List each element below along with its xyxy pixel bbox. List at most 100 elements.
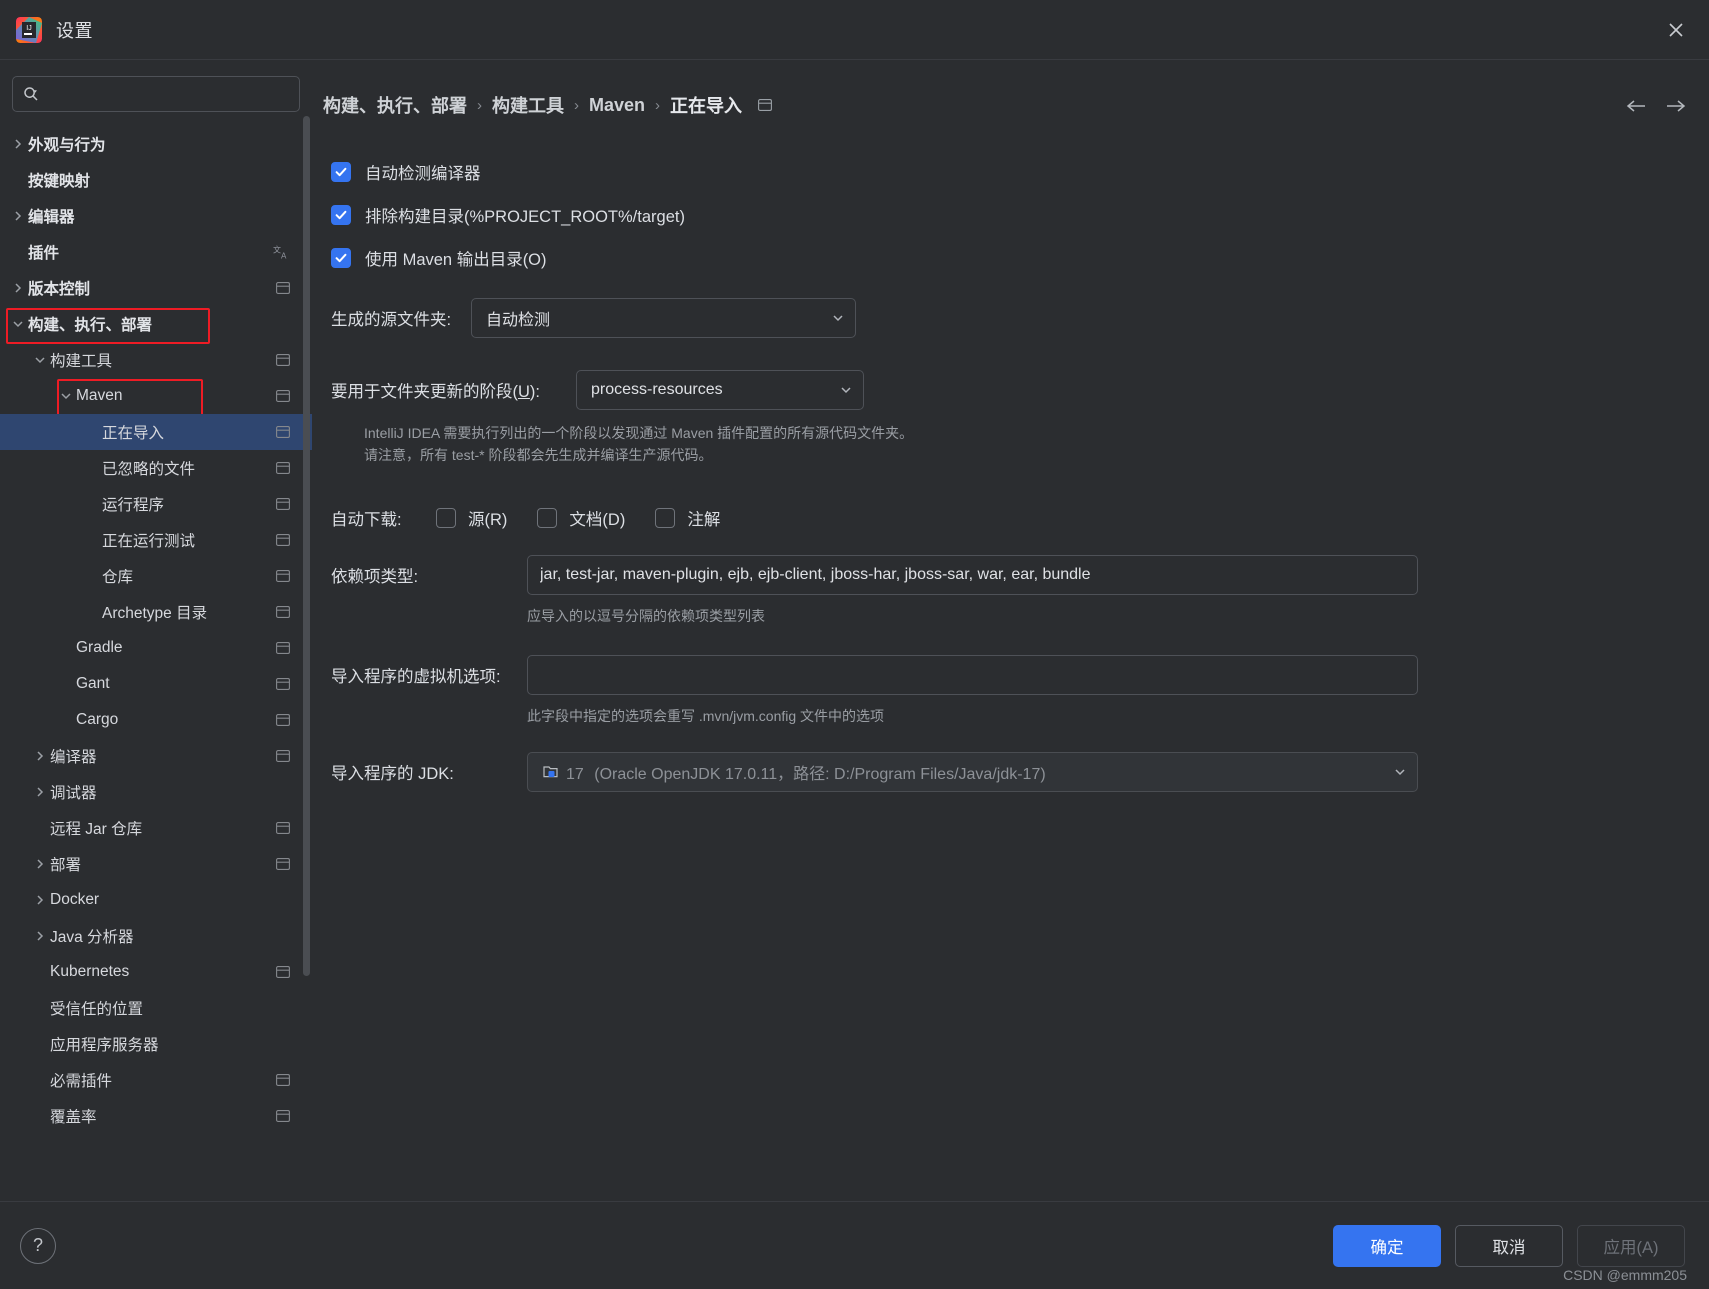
sidebar-item-24[interactable]: 受信任的位置 [0, 990, 312, 1026]
sidebar-item-0[interactable]: 外观与行为 [0, 126, 312, 162]
generated-sources-row: 生成的源文件夹: 自动检测 [321, 298, 1709, 338]
checkbox-1[interactable] [331, 205, 351, 225]
sidebar-item-10[interactable]: 运行程序 [0, 486, 312, 522]
option-row-2[interactable]: 使用 Maven 输出目录(O) [321, 246, 1709, 270]
project-level-icon [276, 426, 290, 438]
sidebar-item-23[interactable]: Kubernetes [0, 954, 312, 990]
sidebar-item-1[interactable]: 按键映射 [0, 162, 312, 198]
sidebar-item-7[interactable]: Maven [0, 378, 312, 417]
vm-options-field[interactable] [527, 655, 1418, 696]
auto-download-checkbox-0[interactable] [436, 508, 456, 529]
checkbox-2[interactable] [331, 248, 351, 268]
search-box[interactable] [12, 76, 300, 112]
sidebar-item-12[interactable]: 仓库 [0, 558, 312, 594]
auto-download-option-label: 注解 [687, 511, 721, 530]
settings-content: 构建、执行、部署 › 构建工具 › Maven › 正在导入 自动检测编译器 排除构建目录(%… [313, 60, 1709, 1201]
sidebar-item-label: 运行程序 [102, 497, 165, 514]
sidebar-item-9[interactable]: 已忽略的文件 [0, 450, 312, 486]
dependency-types-label: 依赖项类型: [331, 568, 419, 587]
dependency-types-hint: 应导入的以逗号分隔的依赖项类型列表 [527, 608, 765, 625]
sidebar-item-2[interactable]: 编辑器 [0, 198, 312, 234]
sidebar-item-13[interactable]: Archetype 目录 [0, 594, 312, 630]
project-level-icon [276, 534, 290, 546]
sidebar-item-27[interactable]: 覆盖率 [0, 1098, 312, 1134]
arrow-right-icon[interactable] [1665, 98, 1687, 114]
arrow-left-icon[interactable] [1625, 98, 1647, 114]
vm-options-input[interactable] [540, 666, 1405, 685]
checkbox-0[interactable] [331, 162, 351, 182]
chevron-down-icon[interactable] [30, 354, 50, 366]
chevron-right-icon[interactable] [30, 930, 50, 942]
sidebar-item-17[interactable]: 编译器 [0, 738, 312, 774]
jdk-module-icon [542, 763, 559, 780]
auto-download-option-2[interactable]: 注解 [655, 506, 720, 530]
auto-download-option-1[interactable]: 文档(D) [537, 506, 625, 530]
chevron-down-icon[interactable] [8, 318, 28, 330]
dependency-types-field[interactable] [527, 555, 1418, 596]
chevron-right-icon[interactable] [8, 282, 28, 294]
chevron-right-icon[interactable] [8, 138, 28, 150]
sidebar-item-16[interactable]: Cargo [0, 702, 312, 738]
importer-jdk-value: 17 (Oracle OpenJDK 17.0.11，路径: D:/Progra… [566, 760, 1385, 784]
chevron-right-icon[interactable] [30, 786, 50, 798]
auto-download-checkbox-2[interactable] [655, 508, 676, 529]
option-row-1[interactable]: 排除构建目录(%PROJECT_ROOT%/target) [321, 203, 1709, 227]
breadcrumb-item-0[interactable]: 构建、执行、部署 [323, 92, 467, 118]
cancel-button[interactable]: 取消 [1455, 1224, 1563, 1267]
project-level-icon [276, 858, 290, 870]
sidebar-item-21[interactable]: Docker [0, 882, 312, 918]
sidebar-item-26[interactable]: 必需插件 [0, 1062, 312, 1098]
chevron-down-icon[interactable] [56, 390, 76, 402]
sidebar-item-18[interactable]: 调试器 [0, 774, 312, 810]
close-icon[interactable] [1661, 15, 1691, 45]
help-button[interactable]: ? [20, 1227, 56, 1264]
checkbox-label: 排除构建目录(%PROJECT_ROOT%/target) [365, 208, 685, 226]
sidebar-item-15[interactable]: Gant [0, 666, 312, 702]
sidebar-item-25[interactable]: 应用程序服务器 [0, 1026, 312, 1062]
sidebar-item-8[interactable]: 正在导入 [0, 414, 312, 450]
sidebar-item-14[interactable]: Gradle [0, 630, 312, 666]
phase-row: 要用于文件夹更新的阶段(U): process-resources [321, 370, 1709, 410]
project-level-icon [276, 282, 290, 294]
sidebar-item-label: 正在导入 [102, 425, 165, 442]
sidebar-item-20[interactable]: 部署 [0, 846, 312, 882]
chevron-right-icon[interactable] [30, 894, 50, 906]
option-row-0[interactable]: 自动检测编译器 [321, 160, 1709, 184]
search-input[interactable] [45, 86, 289, 102]
translate-icon: 文A [273, 244, 290, 261]
sidebar-item-5[interactable]: 构建、执行、部署 [0, 306, 312, 344]
watermark: CSDN @emmm205 [1563, 1267, 1687, 1283]
sidebar-item-label: 正在运行测试 [102, 533, 196, 550]
sidebar-item-6[interactable]: 构建工具 [0, 342, 312, 378]
project-level-icon [276, 606, 290, 618]
importer-jdk-combo[interactable]: 17 (Oracle OpenJDK 17.0.11，路径: D:/Progra… [527, 751, 1418, 792]
auto-download-checkbox-1[interactable] [537, 508, 558, 529]
auto-download-option-label: 文档(D) [569, 511, 626, 530]
sidebar-scrollbar[interactable] [303, 116, 310, 976]
sidebar-item-19[interactable]: 远程 Jar 仓库 [0, 810, 312, 846]
auto-download-option-0[interactable]: 源(R) [436, 506, 507, 530]
dependency-types-input[interactable] [540, 566, 1405, 585]
sidebar-item-3[interactable]: 插件 文 A [0, 234, 312, 270]
breadcrumb-item-2[interactable]: Maven [589, 95, 645, 116]
ok-button[interactable]: 确定 [1333, 1224, 1441, 1267]
options-checkbox-group: 自动检测编译器排除构建目录(%PROJECT_ROOT%/target) 使用 M… [321, 160, 1709, 270]
chevron-right-icon[interactable] [30, 858, 50, 870]
sidebar-item-label: 仓库 [102, 569, 134, 586]
svg-text:A: A [281, 252, 287, 261]
vm-options-hint: 此字段中指定的选项会重写 .mvn/jvm.config 文件中的选项 [527, 708, 885, 725]
generated-sources-combo[interactable]: 自动检测 [471, 298, 856, 338]
sidebar-item-4[interactable]: 版本控制 [0, 270, 312, 306]
breadcrumb-item-1[interactable]: 构建工具 [492, 92, 564, 118]
sidebar-item-label: 按键映射 [28, 173, 91, 190]
sidebar-item-22[interactable]: Java 分析器 [0, 918, 312, 954]
chevron-right-icon[interactable] [8, 210, 28, 222]
sidebar-item-11[interactable]: 正在运行测试 [0, 522, 312, 558]
sidebar-item-label: Gant [76, 675, 110, 692]
breadcrumb-item-3[interactable]: 正在导入 [670, 92, 742, 118]
project-level-icon [276, 462, 290, 474]
chevron-right-icon[interactable] [30, 750, 50, 762]
phase-combo[interactable]: process-resources [576, 370, 864, 410]
project-level-icon [276, 678, 290, 690]
dialog-footer: ? 确定 取消 应用(A) CSDN @emmm205 [0, 1201, 1709, 1289]
